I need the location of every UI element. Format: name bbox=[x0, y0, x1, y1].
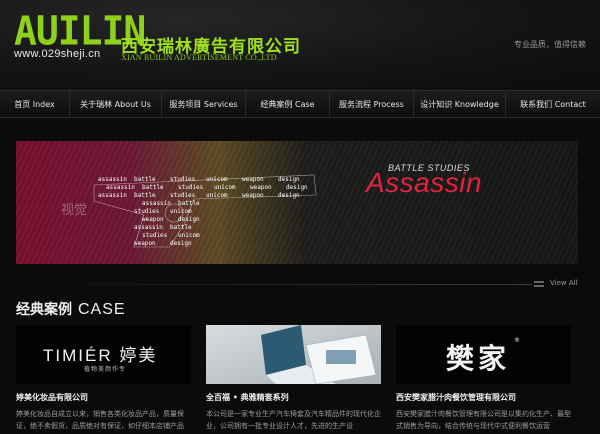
case-thumbnail[interactable]: 樊家 ® bbox=[396, 325, 571, 384]
list-icon bbox=[534, 281, 544, 287]
gun-word: unicom bbox=[206, 176, 228, 183]
gun-word: battle bbox=[142, 184, 164, 191]
gun-word: studies bbox=[178, 184, 204, 191]
header-slogan: 专业品质，值得信赖 bbox=[514, 40, 586, 49]
view-all-link[interactable]: View All bbox=[550, 279, 578, 287]
divider bbox=[16, 284, 532, 285]
gun-word: assassin bbox=[106, 184, 135, 191]
gun-word: weapon bbox=[242, 192, 264, 199]
gun-word: studies bbox=[134, 208, 160, 215]
nav-item-4[interactable]: 服务流程 Process bbox=[330, 91, 414, 117]
gun-word: weapon bbox=[134, 240, 156, 247]
gun-word: weapon bbox=[142, 216, 164, 223]
registered-mark: ® bbox=[514, 337, 520, 344]
nav-item-1[interactable]: 关于瑞林 About Us bbox=[70, 91, 162, 117]
banner-title: Assassin bbox=[366, 167, 483, 198]
site-header: AUILIN www.029sheji.cn 西安瑞林廣告有限公司 XIAN R… bbox=[0, 0, 600, 90]
timier-logo-sub: 植物美颜作专 bbox=[84, 366, 127, 373]
company-name-en: XIAN RUILIN ADVERTISEMENT CO.,LTD bbox=[121, 53, 277, 62]
gun-word: studies bbox=[142, 232, 168, 239]
case-card-timier[interactable]: TIMIÉR 婷美 植物美颜作专 婷美化妆品有限公司 婷美化妆品自成立以来，销售… bbox=[16, 325, 191, 434]
gun-word: design bbox=[170, 240, 192, 247]
gun-word: unicom bbox=[170, 208, 192, 215]
gun-word: studies bbox=[170, 176, 196, 183]
case-thumbnail[interactable] bbox=[206, 325, 381, 384]
nav-item-0[interactable]: 首页 Index bbox=[0, 91, 70, 117]
section-title-cn: 经典案例 bbox=[16, 302, 72, 318]
case-title[interactable]: 婷美化妆品有限公司 bbox=[16, 392, 191, 403]
gun-word: assassin bbox=[98, 176, 127, 183]
nav-item-5[interactable]: 设计知识 Knowledge bbox=[414, 91, 506, 117]
banner-watermark: 视觉 bbox=[61, 203, 88, 218]
gun-typography-illustration: assassin battle studies unicom weapon designa… bbox=[93, 174, 317, 248]
case-description: 西安樊家腊汁肉餐饮管理有限公司是以集约化生产、最型式销售为导向，结合传统与现代中… bbox=[396, 410, 571, 430]
case-description: 本公司是一家专业生产汽车椅套及汽车精品件的现代化企业，公司拥有一批专业设计人才，… bbox=[206, 410, 381, 430]
nav-item-2[interactable]: 服务项目 Services bbox=[162, 91, 246, 117]
gun-word: design bbox=[178, 216, 200, 223]
gun-word: assassin bbox=[98, 192, 127, 199]
gun-word: weapon bbox=[242, 176, 264, 183]
gun-word: assassin bbox=[142, 200, 171, 207]
case-section-heading: 经典案例 CASE bbox=[16, 299, 126, 319]
view-all-bar: View All bbox=[0, 276, 600, 296]
section-title-en: CASE bbox=[78, 301, 126, 318]
nav-item-3[interactable]: 经典案例 Case bbox=[246, 91, 330, 117]
case-title[interactable]: 全百福 • 典雅精套系列 bbox=[206, 392, 381, 403]
gun-word: battle bbox=[134, 192, 156, 199]
site-url: www.029sheji.cn bbox=[14, 48, 101, 60]
gun-word: battle bbox=[170, 224, 192, 231]
case-title[interactable]: 西安樊家腊汁肉餐饮管理有限公司 bbox=[396, 392, 571, 403]
gun-word: unicom bbox=[178, 232, 200, 239]
gun-word: battle bbox=[178, 200, 200, 207]
brochure-illustration bbox=[261, 325, 377, 384]
gun-word: weapon bbox=[250, 184, 272, 191]
case-card-fanjia[interactable]: 樊家 ® 西安樊家腊汁肉餐饮管理有限公司 西安樊家腊汁肉餐饮管理有限公司是以集约… bbox=[396, 325, 571, 434]
hero-banner[interactable]: assassin battle studies unicom weapon design a… bbox=[16, 141, 578, 264]
gun-word: design bbox=[278, 176, 300, 183]
gun-word: unicom bbox=[214, 184, 236, 191]
case-thumbnail[interactable]: TIMIÉR 婷美 植物美颜作专 bbox=[16, 325, 191, 384]
case-description: 婷美化妆品自成立以来，销售各类化妆品产品，质量保证，绝不卖假货，品质绝对有保证，… bbox=[16, 410, 184, 430]
gun-word: design bbox=[278, 192, 300, 199]
gun-word: unicom bbox=[206, 192, 228, 199]
timier-logo: TIMIÉR 婷美 bbox=[43, 346, 158, 365]
gun-word: studies bbox=[170, 192, 196, 199]
gun-word: design bbox=[286, 184, 308, 191]
fanjia-logo: 樊家 bbox=[446, 342, 511, 375]
gun-word: battle bbox=[134, 176, 156, 183]
gun-word: assassin bbox=[134, 224, 163, 231]
nav-item-6[interactable]: 联系我们 Contact bbox=[506, 91, 600, 117]
case-card-seat-covers[interactable]: 全百福 • 典雅精套系列 本公司是一家专业生产汽车椅套及汽车精品件的现代化企业，… bbox=[206, 325, 381, 434]
main-nav: 首页 Index 关于瑞林 About Us 服务项目 Services 经典案例 C… bbox=[0, 90, 600, 118]
brochure-photo bbox=[206, 325, 381, 384]
